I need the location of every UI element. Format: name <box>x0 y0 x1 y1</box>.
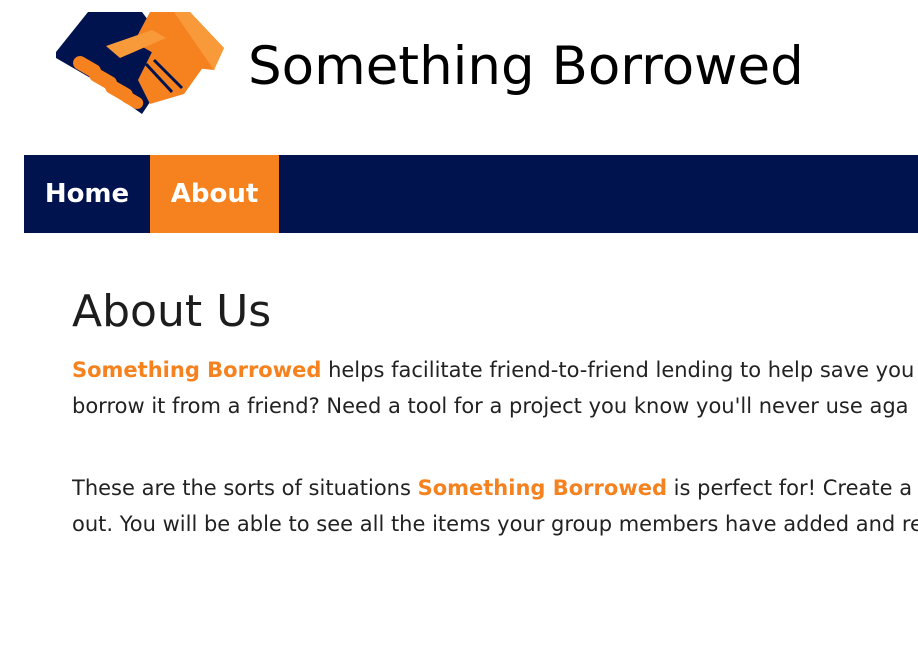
paragraph-text: These are the sorts of situations <box>72 476 418 500</box>
page-heading: About Us <box>72 286 272 337</box>
about-paragraph-1: Something Borrowed helps facilitate frie… <box>72 352 918 424</box>
paragraph-text: helps facilitate friend-to-friend lendin… <box>321 358 915 382</box>
paragraph-1-line-1: Something Borrowed helps facilitate frie… <box>72 352 918 388</box>
about-paragraph-2: These are the sorts of situations Someth… <box>72 470 918 542</box>
paragraph-2-line-1: These are the sorts of situations Someth… <box>72 470 918 506</box>
site-title: Something Borrowed <box>248 36 804 97</box>
brand-name: Something Borrowed <box>72 358 322 382</box>
brand-name: Something Borrowed <box>417 476 667 500</box>
nav-about-link[interactable]: About <box>150 155 279 233</box>
handshake-logo-icon[interactable] <box>54 8 226 118</box>
paragraph-text: is perfect for! Create a fr <box>667 476 918 500</box>
main-content: About Us Something Borrowed helps facili… <box>72 280 918 542</box>
main-navbar: Home About <box>24 155 918 233</box>
paragraph-1-line-2: borrow it from a friend? Need a tool for… <box>72 394 909 418</box>
nav-home-link[interactable]: Home <box>24 155 150 233</box>
site-header: Something Borrowed <box>0 0 918 155</box>
paragraph-2-line-2: out. You will be able to see all the ite… <box>72 512 918 536</box>
